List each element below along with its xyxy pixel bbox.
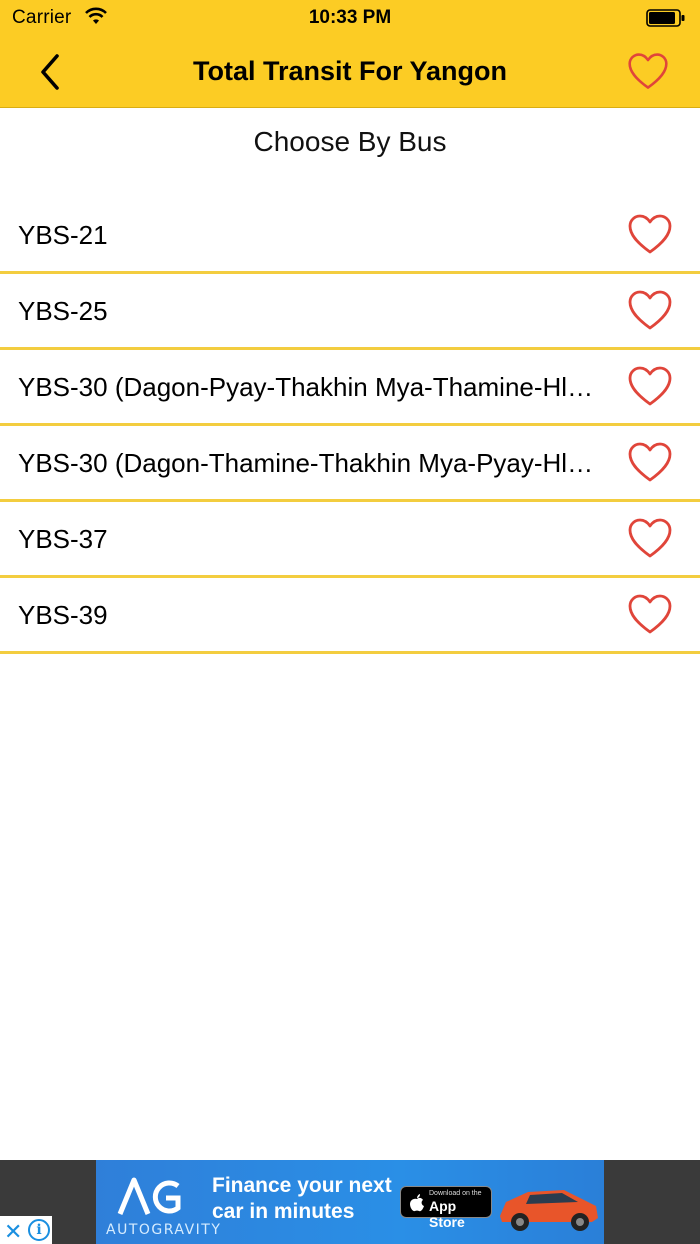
navigation-bar: Total Transit For Yangon	[0, 36, 700, 108]
page-title: Total Transit For Yangon	[192, 56, 508, 86]
car-image-icon	[500, 1190, 598, 1231]
favorite-heart-icon[interactable]	[626, 364, 674, 410]
route-row[interactable]: YBS-30 (Dagon-Thamine-Thakhin Mya-Pyay-H…	[0, 426, 700, 502]
favorite-heart-icon[interactable]	[626, 516, 674, 562]
route-row[interactable]: YBS-37	[0, 502, 700, 578]
section-title: Choose By Bus	[253, 126, 447, 157]
favorites-button[interactable]	[626, 50, 670, 94]
heart-outline-icon	[628, 53, 668, 89]
bus-route-list: YBS-21 YBS-25 YBS-30 (Dagon-Pyay-Thakhin…	[0, 198, 700, 654]
apple-icon	[410, 1194, 424, 1212]
route-label: YBS-39	[18, 600, 108, 630]
app-store-label: App Store	[429, 1198, 465, 1230]
ad-container: ✕ i AUTOGRAVITY Finance your next car in…	[0, 1160, 700, 1244]
favorite-heart-icon[interactable]	[626, 440, 674, 486]
route-row[interactable]: YBS-39	[0, 578, 700, 654]
favorite-heart-icon[interactable]	[626, 288, 674, 334]
ad-headline-2: car in minutes	[212, 1200, 355, 1223]
route-label: YBS-25	[18, 296, 108, 326]
ad-close-icon[interactable]: ✕	[4, 1219, 22, 1244]
status-bar: Carrier 10:33 PM	[0, 0, 700, 36]
favorite-heart-icon[interactable]	[626, 592, 674, 638]
ad-controls: ✕ i	[0, 1216, 52, 1244]
header-bar: Carrier 10:33 PM Total Transit For Yango…	[0, 0, 700, 108]
ad-info-icon[interactable]: i	[28, 1219, 50, 1241]
route-label: YBS-30 (Dagon-Thamine-Thakhin Mya-Pyay-H…	[18, 448, 603, 478]
app-store-badge[interactable]: Download on the App Store	[400, 1186, 492, 1230]
route-row[interactable]: YBS-30 (Dagon-Pyay-Thakhin Mya-Thamine-H…	[0, 350, 700, 426]
ad-brand-label: AUTOGRAVITY	[106, 1222, 222, 1238]
clock-label: 10:33 PM	[308, 7, 392, 28]
ad-banner[interactable]: AUTOGRAVITY Finance your next car in min…	[96, 1160, 604, 1244]
favorite-heart-icon[interactable]	[626, 212, 674, 258]
ad-headline-1: Finance your next	[212, 1174, 392, 1197]
route-row[interactable]: YBS-21	[0, 198, 700, 274]
app-store-small-text: Download on the	[429, 1190, 482, 1197]
route-label: YBS-30 (Dagon-Pyay-Thakhin Mya-Thamine-H…	[18, 372, 603, 402]
battery-icon	[646, 9, 686, 32]
route-row[interactable]: YBS-25	[0, 274, 700, 350]
route-label: YBS-21	[18, 220, 108, 250]
route-label: YBS-37	[18, 524, 108, 554]
